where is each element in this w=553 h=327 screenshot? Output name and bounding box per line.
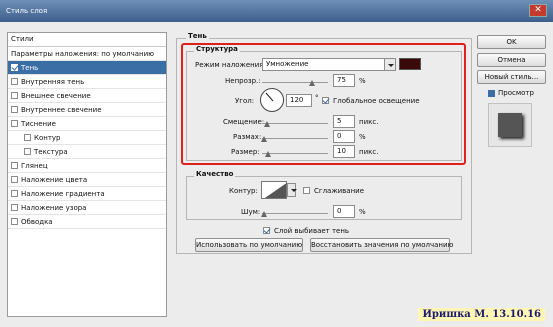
noise-slider-thumb[interactable] (261, 211, 267, 217)
style-list-item[interactable]: Внешнее свечение (8, 89, 166, 103)
style-list-item-label: Глянец (21, 162, 48, 170)
contour-dropdown-icon[interactable] (287, 183, 297, 197)
style-list-item-label: Параметры наложения: по умолчанию (11, 50, 155, 58)
style-list-item[interactable]: Внутренняя тень (8, 75, 166, 89)
contour-curve-icon (264, 183, 286, 198)
style-list-item-label: Тиснение (21, 120, 56, 128)
style-list-item-label: Обводка (21, 218, 53, 226)
noise-input[interactable]: 0 (333, 205, 355, 218)
style-list-item[interactable]: Наложение цвета (8, 173, 166, 187)
contour-label: Контур: (229, 187, 258, 195)
style-checkbox[interactable] (24, 148, 31, 155)
preview-swatch (498, 113, 522, 137)
new-style-button[interactable]: Новый стиль... (477, 70, 546, 84)
style-checkbox[interactable] (11, 106, 18, 113)
antialias-checkbox[interactable] (303, 187, 310, 194)
style-list-item[interactable]: Тиснение (8, 117, 166, 131)
style-list-item[interactable]: Параметры наложения: по умолчанию (8, 47, 166, 61)
style-checkbox[interactable] (11, 176, 18, 183)
style-list-item-label: Внутренняя тень (21, 78, 85, 86)
style-list-item-label: Наложение цвета (21, 176, 88, 184)
cancel-button[interactable]: Отмена (477, 53, 546, 67)
style-list-item[interactable]: Тень (8, 61, 166, 75)
window-title: Стиль слоя (6, 7, 48, 15)
noise-label: Шум: (241, 208, 261, 216)
style-checkbox[interactable] (11, 120, 18, 127)
style-list-item-label: Внешнее свечение (21, 92, 91, 100)
style-list-item-label: Внутреннее свечение (21, 106, 102, 114)
antialias-label: Сглаживание (314, 187, 365, 195)
style-list-item[interactable]: Глянец (8, 159, 166, 173)
style-list-item[interactable]: Наложение узора (8, 201, 166, 215)
style-checkbox[interactable] (11, 78, 18, 85)
noise-slider-track[interactable] (262, 213, 328, 214)
style-list-item-label: Наложение узора (21, 204, 87, 212)
preview-thumbnail (488, 103, 532, 147)
knockout-label: Слой выбивает тень (274, 227, 350, 235)
style-checkbox[interactable] (24, 134, 31, 141)
style-list-item[interactable]: Контур (8, 131, 166, 145)
watermark-signature: Иришка М. 13.10.16 (418, 308, 545, 321)
styles-list: Стили Параметры наложения: по умолчанию Т… (7, 32, 167, 317)
styles-list-items: Параметры наложения: по умолчанию Тень Вну… (8, 47, 166, 229)
style-list-item-label: Текстура (34, 148, 68, 156)
preview-checkbox[interactable] (488, 90, 495, 97)
style-list-item-label: Наложение градиента (21, 190, 105, 198)
noise-unit: % (359, 208, 366, 216)
preview-label: Просмотр (498, 89, 534, 97)
reset-default-button[interactable]: Восстановить значения по умолчанию (310, 238, 453, 252)
style-list-item[interactable]: Наложение градиента (8, 187, 166, 201)
style-checkbox[interactable] (11, 162, 18, 169)
style-list-item[interactable]: Обводка (8, 215, 166, 229)
style-list-item-label: Контур (34, 134, 61, 142)
shadow-group-title: Тень (186, 32, 209, 40)
title-bar[interactable]: Стиль слоя ✕ (0, 0, 553, 22)
close-icon[interactable]: ✕ (529, 4, 547, 17)
style-checkbox[interactable] (11, 204, 18, 211)
style-list-item[interactable]: Внутреннее свечение (8, 103, 166, 117)
quality-group-title: Качество (194, 170, 236, 178)
knockout-checkbox[interactable] (263, 227, 270, 234)
style-checkbox[interactable] (11, 190, 18, 197)
styles-list-header[interactable]: Стили (8, 33, 166, 47)
layer-style-dialog: Стиль слоя ✕ Стили Параметры наложения: … (0, 0, 553, 327)
style-checkbox[interactable] (11, 218, 18, 225)
style-checkbox[interactable] (11, 64, 18, 71)
style-list-item-label: Тень (21, 64, 39, 72)
style-list-item[interactable]: Текстура (8, 145, 166, 159)
style-checkbox[interactable] (11, 92, 18, 99)
ok-button[interactable]: OK (477, 35, 546, 49)
highlight-box (181, 43, 466, 165)
make-default-button[interactable]: Использовать по умолчанию (195, 238, 303, 252)
contour-picker[interactable] (261, 181, 287, 199)
